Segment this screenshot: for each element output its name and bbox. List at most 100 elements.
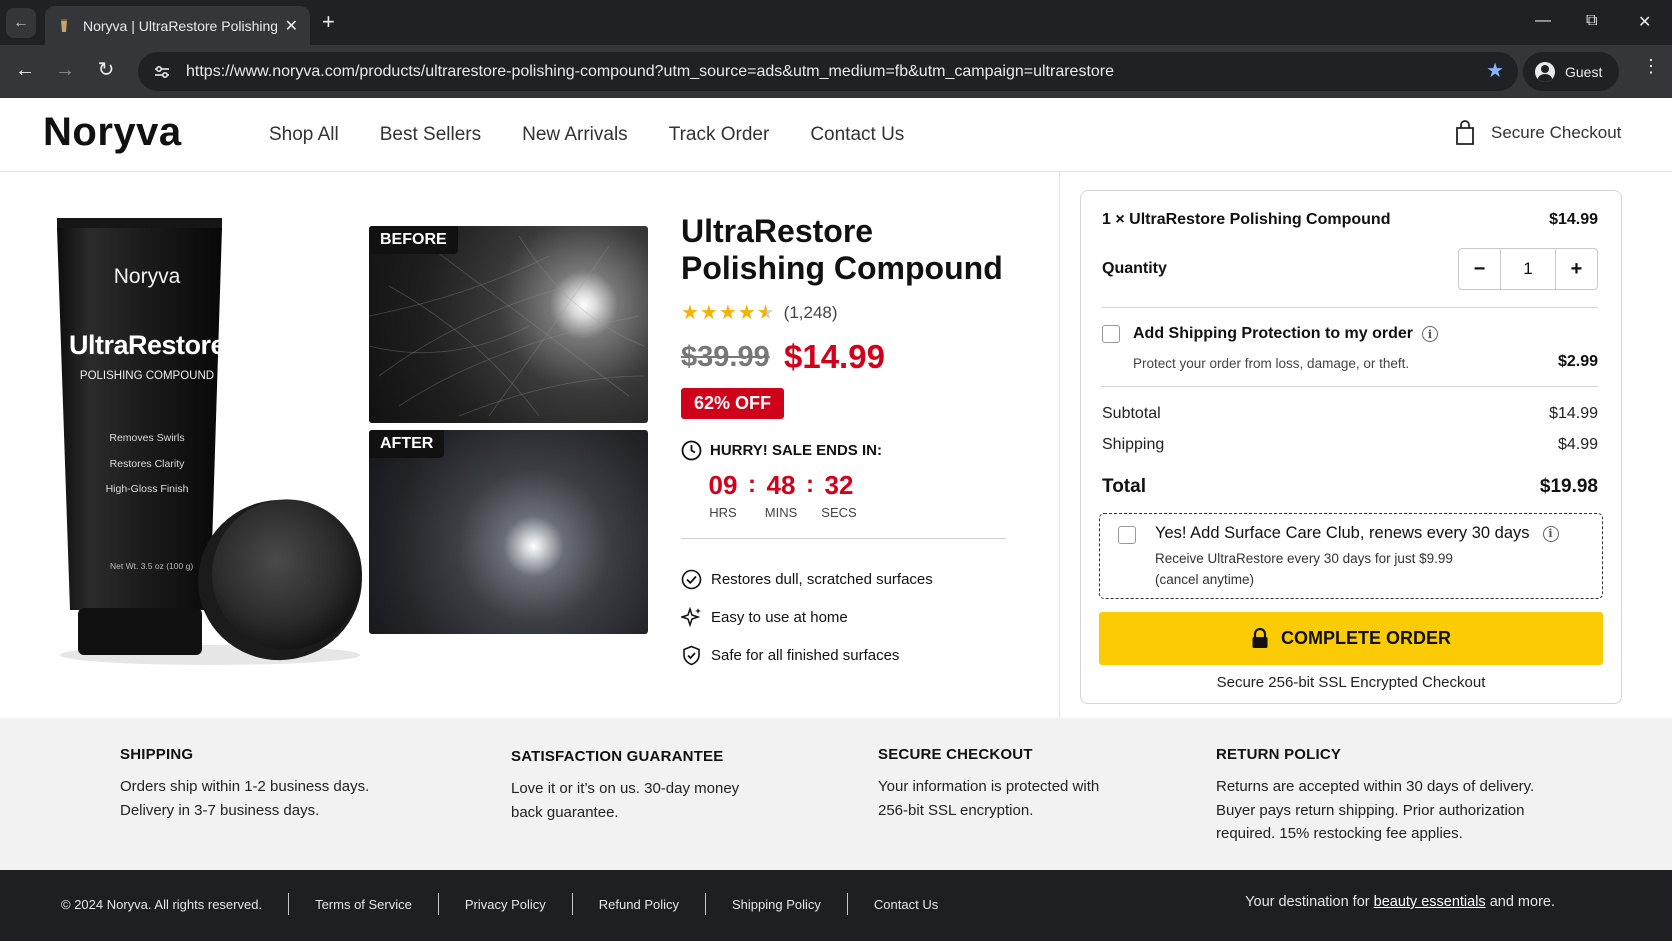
back-icon[interactable]: ← — [12, 58, 38, 82]
secure-checkout-note: Secure 256-bit SSL Encrypted Checkout — [1216, 674, 1486, 691]
order-summary-card: 1 × UltraRestore Polishing Compound $14.… — [1080, 190, 1622, 704]
minimize-icon[interactable]: — — [1535, 12, 1551, 30]
browser-tab[interactable]: Noryva | UltraRestore Polishing ✕ — [45, 6, 310, 45]
shipping-value: $4.99 — [1557, 436, 1598, 453]
bookmark-star-icon[interactable]: ★ — [1486, 61, 1504, 81]
before-image: BEFORE — [369, 226, 648, 423]
shipping-protection-checkbox[interactable] — [1102, 325, 1120, 343]
footer-link-contact[interactable]: Contact Us — [874, 897, 938, 912]
info-icon[interactable]: i — [1422, 326, 1438, 342]
new-tab-icon[interactable]: + — [322, 10, 335, 34]
reload-icon[interactable]: ↻ — [93, 58, 119, 82]
column-divider — [1059, 172, 1060, 718]
before-label: BEFORE — [369, 226, 458, 254]
subscription-label: Yes! Add Surface Care Club, renews every… — [1155, 524, 1559, 543]
browser-tab-strip: ← Noryva | UltraRestore Polishing ✕ + — … — [0, 0, 1672, 45]
divider — [1102, 307, 1598, 308]
clock-icon — [681, 440, 702, 461]
feature-item: Easy to use at home — [681, 598, 933, 636]
tube-net-weight: Net Wt. 3.5 oz (100 g) — [110, 561, 194, 571]
shipping-row: Shipping $4.99 — [1102, 436, 1598, 453]
nav-new-arrivals[interactable]: New Arrivals — [522, 124, 628, 146]
countdown-timer: 09 HRS : 48 MINS : 32 SECS — [700, 470, 862, 520]
countdown-seconds: 32 — [824, 470, 854, 500]
subscription-checkbox[interactable] — [1118, 526, 1136, 544]
footer-link-refund[interactable]: Refund Policy — [599, 897, 679, 912]
nav-best-sellers[interactable]: Best Sellers — [380, 124, 481, 146]
secure-checkout-label: Secure Checkout — [1491, 123, 1622, 142]
nav-track-order[interactable]: Track Order — [669, 124, 770, 146]
rating-count: (1,248) — [783, 302, 838, 322]
countdown-minutes: 48 — [766, 470, 796, 500]
tube-brand: Noryva — [113, 265, 181, 288]
order-item-label: 1 × UltraRestore Polishing Compound — [1102, 211, 1391, 228]
order-item-price: $14.99 — [1549, 211, 1598, 228]
feature-item: Restores dull, scratched surfaces — [681, 560, 933, 598]
original-price: $39.99 — [681, 341, 770, 373]
main-nav: Shop All Best Sellers New Arrivals Track… — [269, 124, 904, 146]
increase-quantity-button[interactable]: + — [1556, 249, 1597, 289]
browser-menu-icon[interactable]: ⋮ — [1642, 57, 1660, 75]
site-logo[interactable]: Noryva — [43, 110, 182, 155]
secure-checkout-info: SECURE CHECKOUT Your information is prot… — [878, 746, 1100, 819]
divider — [681, 538, 1006, 539]
favicon-icon — [57, 18, 71, 34]
shipping-protection-price: $2.99 — [1557, 353, 1598, 370]
complete-order-button[interactable]: COMPLETE ORDER — [1099, 612, 1603, 665]
divider — [1102, 386, 1598, 387]
close-window-icon[interactable]: ✕ — [1638, 12, 1651, 32]
product-image: Noryva UltraRestore POLISHING COMPOUND R… — [40, 200, 365, 670]
profile-label: Guest — [1565, 63, 1603, 80]
shipping-protection-description: Protect your order from loss, damage, or… — [1133, 356, 1410, 371]
beauty-essentials-link[interactable]: beauty essentials — [1374, 894, 1486, 910]
subscription-description: Receive UltraRestore every 30 days for j… — [1155, 551, 1453, 587]
nav-shop-all[interactable]: Shop All — [269, 124, 339, 146]
shipping-protection-label: Add Shipping Protection to my order — [1133, 325, 1413, 342]
footer-tagline: Your destination for beauty essentials a… — [1245, 894, 1555, 910]
sparkle-icon — [681, 606, 701, 627]
shipping-info: SHIPPING Orders ship within 1-2 business… — [120, 746, 370, 819]
address-bar[interactable]: https://www.noryva.com/products/ultrares… — [138, 52, 1518, 91]
subscription-upsell[interactable]: Yes! Add Surface Care Club, renews every… — [1099, 513, 1603, 599]
total-value: $19.98 — [1539, 476, 1598, 497]
guarantee-info: SATISFACTION GUARANTEE Love it or it’s o… — [511, 748, 740, 821]
info-icon[interactable]: i — [1542, 525, 1559, 542]
tab-title: Noryva | UltraRestore Polishing — [83, 17, 277, 34]
subtotal-row: Subtotal $14.99 — [1102, 405, 1598, 422]
footer-links: © 2024 Noryva. All rights reserved. Term… — [61, 893, 938, 915]
quantity-label: Quantity — [1102, 260, 1167, 277]
quantity-row: Quantity − 1 + — [1102, 248, 1598, 290]
rating[interactable]: ★★★★★ (1,248) — [681, 300, 838, 325]
site-header: Noryva Shop All Best Sellers New Arrival… — [0, 98, 1672, 172]
secure-checkout-link[interactable]: Secure Checkout — [1455, 120, 1621, 146]
shipping-protection-option[interactable]: Add Shipping Protection to my order i — [1102, 325, 1438, 343]
restore-window-icon[interactable]: ⧉ — [1586, 12, 1597, 30]
url-text[interactable]: https://www.noryva.com/products/ultrares… — [186, 63, 1114, 81]
nav-contact-us[interactable]: Contact Us — [810, 124, 904, 146]
profile-button[interactable]: Guest — [1523, 52, 1619, 91]
after-image: AFTER — [369, 430, 648, 634]
site-info-icon[interactable] — [144, 58, 180, 86]
close-tab-icon[interactable]: ✕ — [285, 16, 298, 36]
countdown-hours: 09 — [708, 470, 738, 500]
tube-subtitle: POLISHING COMPOUND — [79, 370, 215, 382]
shopping-bag-icon — [1456, 120, 1474, 145]
after-label: AFTER — [369, 430, 445, 458]
shield-check-icon — [683, 645, 700, 665]
forward-icon[interactable]: → — [52, 58, 78, 82]
tab-search-icon[interactable]: ← — [6, 8, 36, 38]
footer-link-privacy[interactable]: Privacy Policy — [465, 897, 546, 912]
quantity-input[interactable]: 1 — [1500, 249, 1556, 289]
sale-price: $14.99 — [784, 338, 885, 375]
check-circle-icon — [681, 569, 702, 589]
sale-timer-heading: HURRY! SALE ENDS IN: — [681, 440, 882, 461]
star-rating-icon: ★★★★★ — [681, 302, 776, 324]
browser-toolbar: ← → ↻ https://www.noryva.com/products/ul… — [0, 45, 1672, 98]
decrease-quantity-button[interactable]: − — [1459, 249, 1500, 289]
total-row: Total $19.98 — [1102, 476, 1598, 497]
profile-icon — [1535, 61, 1555, 82]
discount-badge: 62% OFF — [681, 388, 785, 419]
footer-link-shipping[interactable]: Shipping Policy — [732, 897, 821, 912]
footer-link-terms[interactable]: Terms of Service — [315, 897, 412, 912]
order-line-item: 1 × UltraRestore Polishing Compound $14.… — [1102, 211, 1598, 229]
